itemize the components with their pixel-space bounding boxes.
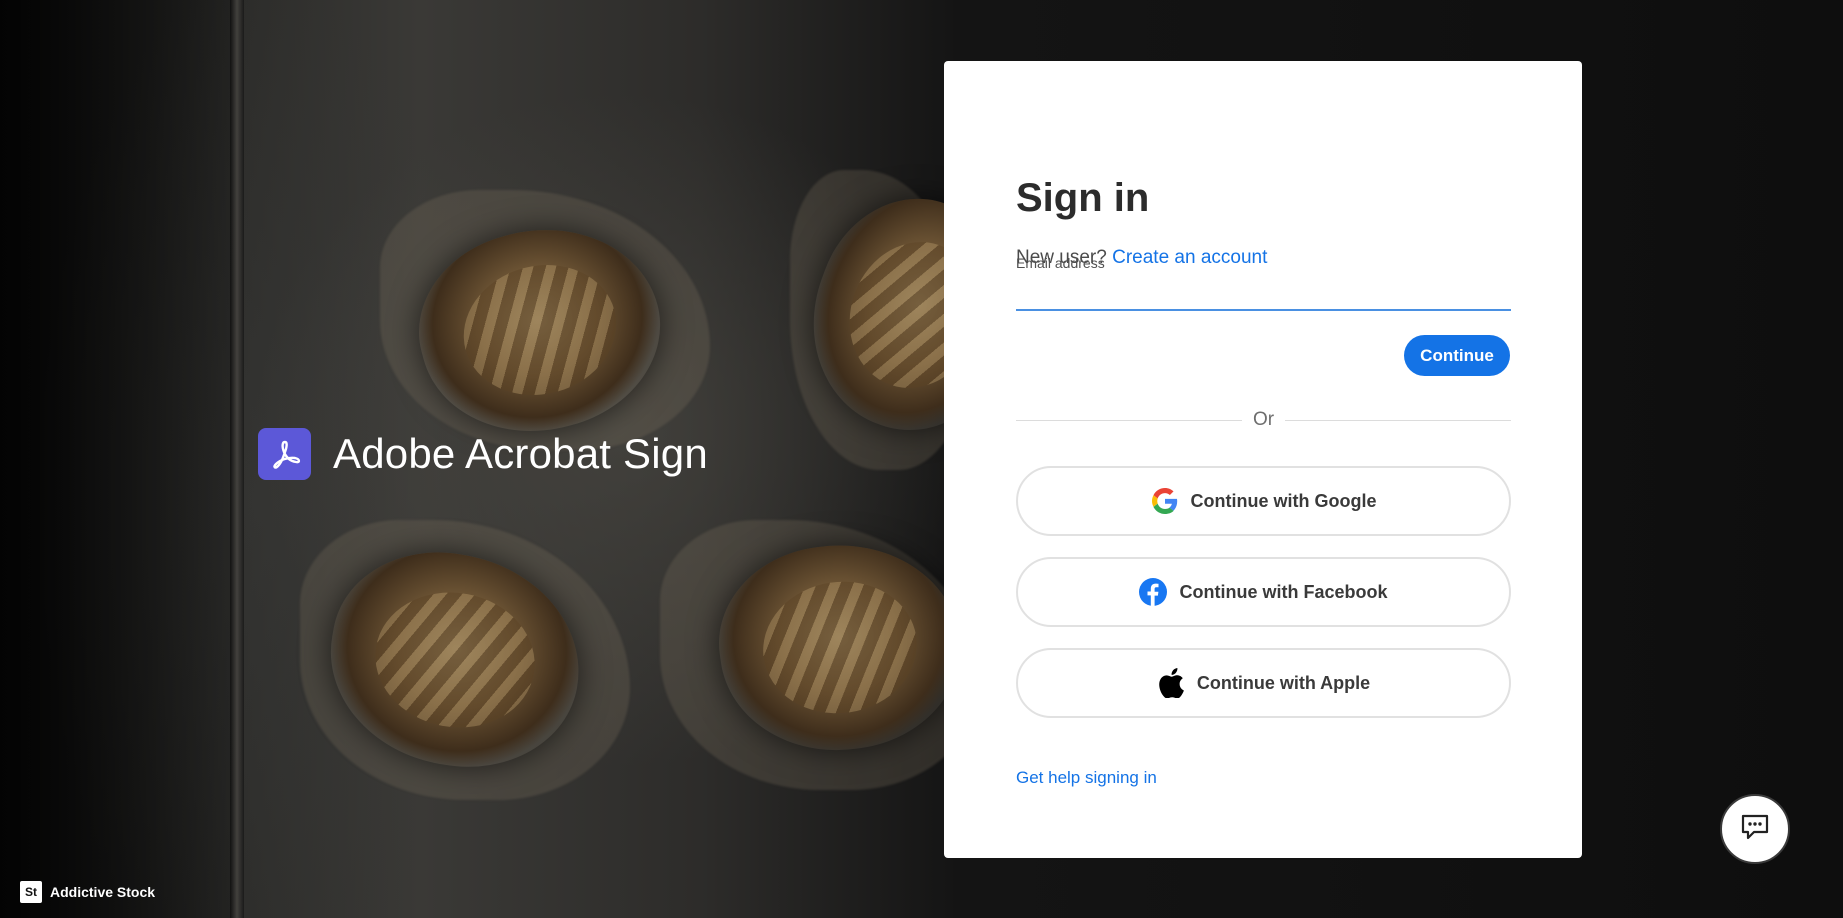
adobe-stock-icon: St — [20, 881, 42, 903]
signin-card: Sign in New user? Create an account Emai… — [944, 61, 1582, 858]
brand-name: Adobe Acrobat Sign — [333, 430, 708, 477]
photo-credit-text: Addictive Stock — [50, 884, 156, 900]
photo-credit: St Addictive Stock — [20, 881, 155, 903]
continue-button[interactable]: Continue — [1404, 335, 1510, 376]
email-label: Email address — [1016, 255, 1105, 271]
divider-line — [1285, 420, 1511, 421]
continue-with-apple-button[interactable]: Continue with Apple — [1016, 648, 1511, 718]
chat-button[interactable] — [1720, 794, 1790, 864]
create-account-link[interactable]: Create an account — [1112, 247, 1267, 268]
apple-icon — [1157, 668, 1185, 698]
facebook-icon — [1139, 578, 1168, 606]
google-button-label: Continue with Google — [1190, 490, 1377, 511]
chat-icon — [1740, 813, 1770, 846]
apple-button-label: Continue with Apple — [1196, 672, 1371, 693]
signin-title: Sign in — [1016, 176, 1150, 220]
or-divider: Or — [1016, 409, 1511, 431]
facebook-button-label: Continue with Facebook — [1179, 581, 1388, 602]
get-help-link[interactable]: Get help signing in — [1016, 768, 1157, 788]
brand: Adobe Acrobat Sign — [258, 428, 708, 480]
acrobat-logo-icon — [258, 428, 311, 480]
google-icon — [1151, 487, 1179, 515]
continue-with-google-button[interactable]: Continue with Google — [1016, 466, 1511, 536]
email-field[interactable] — [1016, 279, 1511, 311]
continue-with-facebook-button[interactable]: Continue with Facebook — [1016, 557, 1511, 627]
